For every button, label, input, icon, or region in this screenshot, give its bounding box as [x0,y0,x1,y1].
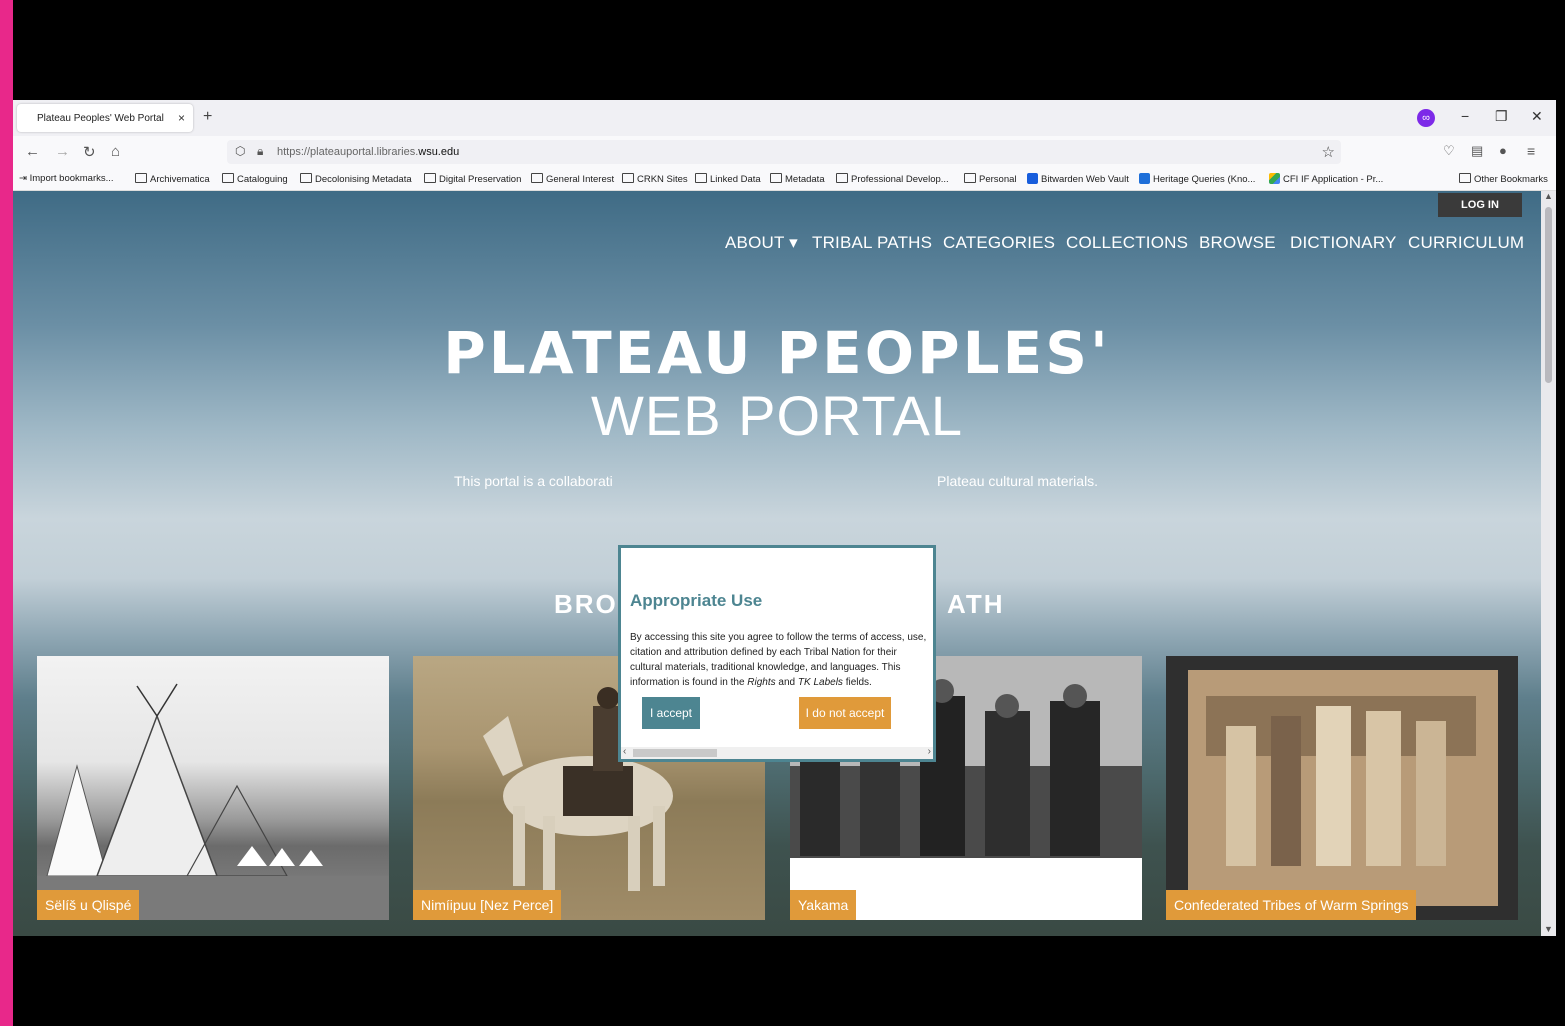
extension-icon[interactable]: ∞ [1417,109,1435,127]
folder-icon [300,173,312,183]
reload-icon[interactable]: ↻ [83,143,96,161]
browser-window: Plateau Peoples' Web Portal | Pl × + ∞ −… [13,100,1556,936]
nav-tribal-paths[interactable]: TRIBAL PATHS [812,233,932,253]
trello-icon [1139,173,1150,184]
scroll-up-icon[interactable]: ▲ [1544,191,1553,201]
modal-title: Appropriate Use [630,591,763,610]
folder-icon [836,173,848,183]
tribal-card-label[interactable]: Sëlíš u Qlispé [37,890,140,920]
pocket-icon[interactable]: ♡ [1443,143,1455,159]
nav-collections[interactable]: COLLECTIONS [1066,233,1188,253]
nav-categories[interactable]: CATEGORIES [943,233,1055,253]
login-button[interactable]: LOG IN [1438,193,1522,217]
close-window-icon[interactable]: ✕ [1531,108,1543,125]
tracking-shield-icon[interactable]: ⬡ [235,144,245,158]
bookmark-import[interactable]: ⇥ Import bookmarks... [19,173,114,184]
folder-icon [531,173,543,183]
menu-icon[interactable]: ≡ [1527,143,1535,159]
bookmark-folder[interactable]: Decolonising Metadata [300,173,412,185]
folder-icon [135,173,147,183]
account-icon[interactable]: ● [1499,143,1507,158]
tribal-card-selis[interactable]: Sëlíš u Qlispé [37,656,389,920]
tribal-card-label[interactable]: Yakama [790,890,857,920]
web-page: LOG IN ABOUT ▾ TRIBAL PATHS CATEGORIES C… [13,191,1541,936]
folder-icon [1459,173,1471,183]
minimize-icon[interactable]: − [1461,108,1469,124]
forward-icon[interactable]: → [55,143,70,160]
site-title: PLATEAU PEOPLES' [443,319,1111,387]
modal-horizontal-scrollbar[interactable]: ‹ › [621,746,933,759]
sidebar-icon[interactable]: ▤ [1471,143,1483,159]
folder-icon [964,173,976,183]
bookmarks-bar: ⇥ Import bookmarks... Archivematica Cata… [13,168,1556,191]
lock-icon[interactable]: 🔒︎ [257,144,263,159]
browse-heading-right: ATH [947,589,1005,619]
google-drive-icon [1269,173,1280,184]
bookmark-heritage[interactable]: Heritage Queries (Kno... [1139,173,1255,185]
scroll-thumb[interactable] [633,749,717,757]
scroll-left-icon[interactable]: ‹ [623,746,626,757]
bookmark-cfi[interactable]: CFI IF Application - Pr... [1269,173,1383,185]
nav-dictionary[interactable]: DICTIONARY [1290,233,1397,253]
recording-frame-bar [0,0,13,1026]
folder-icon [622,173,634,183]
modal-body: By accessing this site you agree to foll… [630,632,927,688]
browse-heading-left: BRO [554,589,618,619]
new-tab-icon[interactable]: + [203,108,212,126]
folder-icon [695,173,707,183]
group-sepia-photo [1188,670,1498,906]
intro-text-left: This portal is a collaborati [454,473,613,489]
tab-close-icon[interactable]: × [178,111,185,125]
bookmark-star-icon[interactable]: ☆ [1322,143,1335,161]
tab-strip: Plateau Peoples' Web Portal | Pl × + ∞ −… [13,100,1556,136]
page-scroll-thumb[interactable] [1545,207,1552,383]
bookmark-folder[interactable]: Archivematica [135,173,210,185]
bookmark-other[interactable]: Other Bookmarks [1459,173,1548,185]
back-icon[interactable]: ← [25,143,40,160]
tab-title: Plateau Peoples' Web Portal | Pl [37,113,167,124]
tipi-photo [37,683,389,920]
bookmark-folder[interactable]: CRKN Sites [622,173,688,185]
bookmark-folder[interactable]: General Interest [531,173,614,185]
tribal-card-label[interactable]: Confederated Tribes of Warm Springs [1166,890,1417,920]
address-bar[interactable]: ⬡ 🔒︎ https://plateauportal.libraries.wsu… [227,140,1341,164]
bookmark-folder[interactable]: Professional Develop... [836,173,949,185]
bookmark-folder[interactable]: Cataloguing [222,173,288,185]
page-scrollbar[interactable]: ▲ ▼ [1541,191,1556,936]
bookmark-folder[interactable]: Linked Data [695,173,761,185]
folder-icon [222,173,234,183]
bookmark-folder[interactable]: Personal [964,173,1017,185]
restore-icon[interactable]: ❐ [1495,108,1508,125]
site-subtitle: WEB PORTAL [590,384,963,447]
scroll-right-icon[interactable]: › [928,746,931,757]
url-text[interactable]: https://plateauportal.libraries.wsu.edu [277,146,459,158]
decline-button[interactable]: I do not accept [799,697,891,729]
bookmark-folder[interactable]: Digital Preservation [424,173,521,185]
nav-bar: ← → ↻ ⌂ ⬡ 🔒︎ https://plateauportal.libra… [13,136,1556,168]
tribal-card-label[interactable]: Nimíipuu [Nez Perce] [413,890,562,920]
bookmark-folder[interactable]: Metadata [770,173,825,185]
home-icon[interactable]: ⌂ [111,143,120,160]
intro-text-right: Plateau cultural materials. [937,473,1099,489]
nav-about[interactable]: ABOUT ▾ [725,233,798,253]
appropriate-use-modal: Appropriate Use By accessing this site y… [618,545,936,762]
bookmark-bitwarden[interactable]: Bitwarden Web Vault [1027,173,1129,185]
tab-active[interactable]: Plateau Peoples' Web Portal | Pl × [17,104,193,132]
folder-icon [770,173,782,183]
bitwarden-icon [1027,173,1038,184]
tribal-card-warm-springs[interactable]: Confederated Tribes of Warm Springs [1166,656,1518,920]
nav-curriculum[interactable]: CURRICULUM [1408,233,1524,253]
accept-button[interactable]: I accept [642,697,700,729]
folder-icon [424,173,436,183]
nav-browse[interactable]: BROWSE [1199,233,1276,253]
scroll-down-icon[interactable]: ▼ [1544,924,1553,934]
